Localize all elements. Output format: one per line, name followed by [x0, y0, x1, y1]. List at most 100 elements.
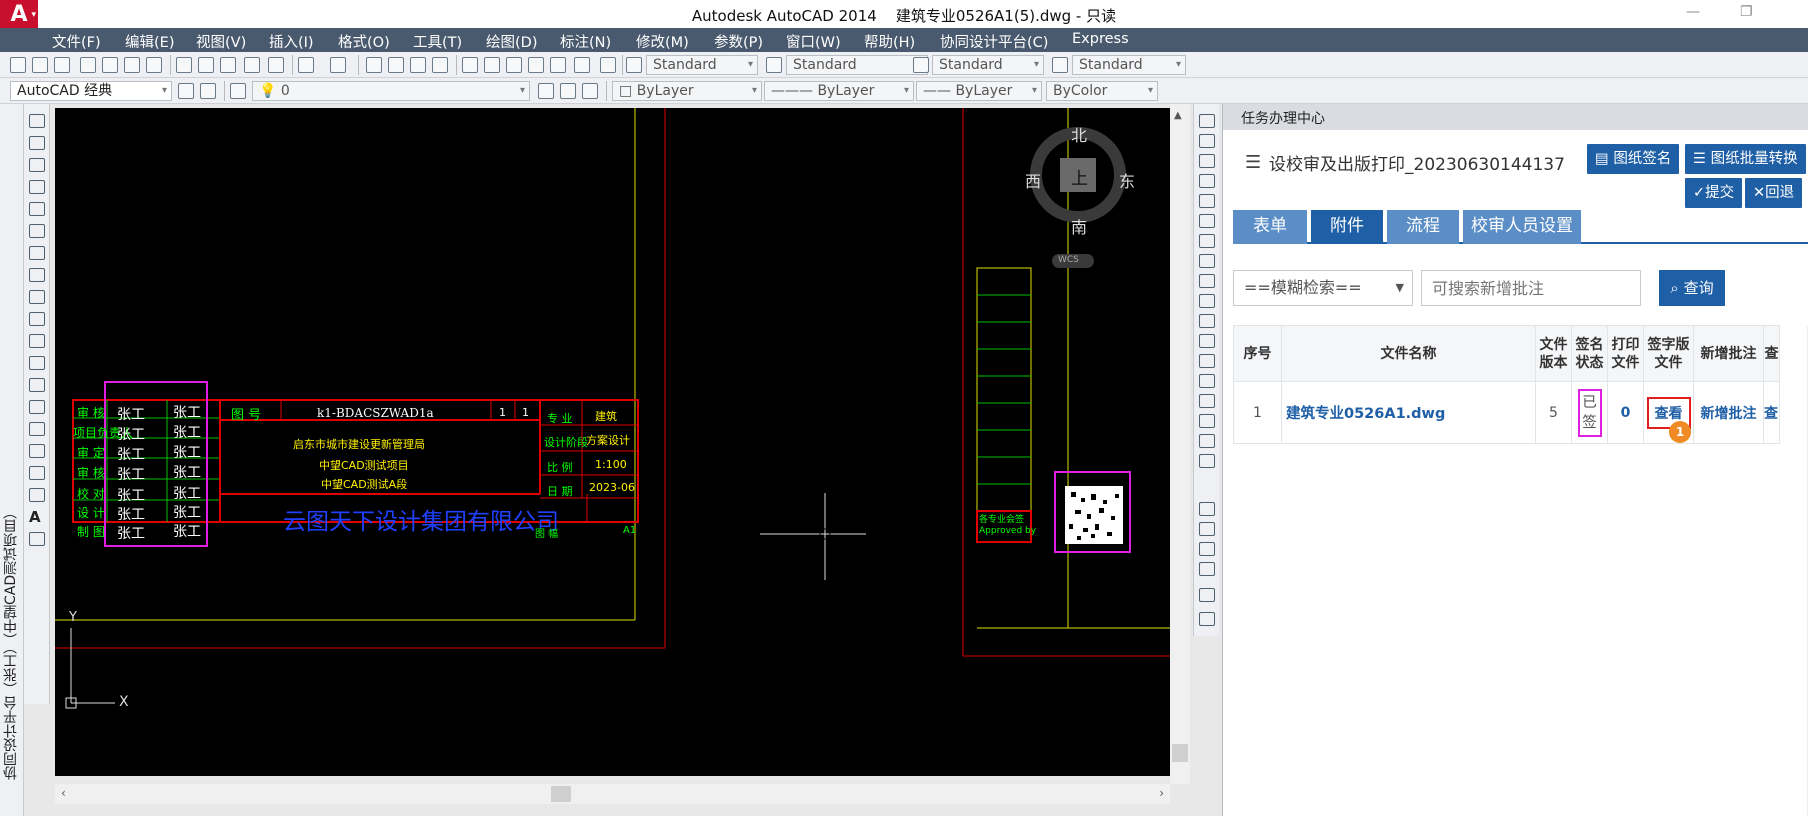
add-selected-icon[interactable] — [29, 532, 45, 546]
break-point-icon[interactable] — [1199, 334, 1215, 348]
circle-icon[interactable] — [29, 246, 45, 260]
block-editor-icon[interactable] — [268, 57, 284, 73]
tab-workflow[interactable]: 流程 — [1387, 210, 1459, 244]
dim-style-icon[interactable] — [766, 57, 782, 73]
make-current-layer-icon[interactable] — [538, 83, 554, 99]
compass-east[interactable]: 东 — [1119, 168, 1135, 192]
publish-icon[interactable] — [124, 57, 140, 73]
hatch-back-icon[interactable] — [1199, 612, 1215, 626]
menu-tools[interactable]: 工具(T) — [413, 31, 462, 52]
spline-icon[interactable] — [29, 290, 45, 304]
customize-icon[interactable] — [200, 83, 216, 99]
region-icon[interactable] — [29, 466, 45, 480]
preview-icon[interactable] — [102, 57, 118, 73]
menu-file[interactable]: 文件(F) — [52, 31, 101, 52]
lineweight-select[interactable]: —— ByLayer ▾ — [916, 81, 1042, 101]
batch-convert-button[interactable]: ☰ 图纸批量转换 — [1685, 144, 1806, 174]
layer-state-icon[interactable] — [582, 83, 598, 99]
draworder-back-icon[interactable] — [1199, 522, 1215, 536]
draworder-above-icon[interactable] — [1199, 542, 1215, 556]
sheet-set-icon[interactable] — [528, 57, 544, 73]
search-button[interactable]: ⌕ 查询 — [1659, 270, 1725, 306]
new-icon[interactable] — [10, 57, 26, 73]
submit-button[interactable]: ✓提交 — [1685, 178, 1743, 208]
trim-icon[interactable] — [1199, 294, 1215, 308]
offset-icon[interactable] — [1199, 174, 1215, 188]
ellipse-icon[interactable] — [29, 312, 45, 326]
explode-icon[interactable] — [1199, 454, 1215, 468]
workspace-select[interactable]: AutoCAD 经典 ▾ — [10, 81, 172, 101]
cut-icon[interactable] — [176, 57, 192, 73]
line-icon[interactable] — [29, 114, 45, 128]
menu-view[interactable]: 视图(V) — [196, 31, 246, 52]
mtext-icon[interactable]: A — [29, 510, 45, 525]
menu-express[interactable]: Express — [1072, 31, 1129, 47]
layer-select[interactable]: 💡 0 ▾ — [252, 81, 530, 101]
compass-west[interactable]: 西 — [1025, 168, 1041, 192]
menu-params[interactable]: 参数(P) — [714, 31, 763, 52]
color-select[interactable]: □ ByLayer ▾ — [612, 81, 762, 101]
undo-icon[interactable] — [298, 57, 314, 73]
polyline-icon[interactable] — [29, 158, 45, 172]
tool-palettes-icon[interactable] — [506, 57, 522, 73]
plotstyle-select[interactable]: ByColor ▾ — [1046, 81, 1158, 101]
hatch-icon[interactable] — [29, 422, 45, 436]
blend-icon[interactable] — [1199, 434, 1215, 448]
move-icon[interactable] — [1199, 214, 1215, 228]
menu-insert[interactable]: 插入(I) — [269, 31, 314, 52]
menu-format[interactable]: 格式(O) — [338, 31, 390, 52]
chamfer-icon[interactable] — [1199, 394, 1215, 408]
tab-reviewers[interactable]: 校审人员设置 — [1463, 210, 1581, 244]
insert-block-icon[interactable] — [29, 356, 45, 370]
gradient-icon[interactable] — [29, 444, 45, 458]
zoom-realtime-icon[interactable] — [388, 57, 404, 73]
row-filename-link[interactable]: 建筑专业0526A1.dwg — [1281, 381, 1536, 444]
rollback-button[interactable]: ✕回退 — [1745, 178, 1803, 208]
point-icon[interactable] — [29, 400, 45, 414]
menu-window[interactable]: 窗口(W) — [786, 31, 841, 52]
text-front-icon[interactable] — [1199, 588, 1215, 602]
help-icon[interactable] — [600, 57, 616, 73]
properties-icon[interactable] — [462, 57, 478, 73]
table-icon[interactable] — [29, 488, 45, 502]
plot-icon[interactable] — [80, 57, 96, 73]
row-print-files[interactable]: 0 — [1607, 381, 1644, 444]
open-icon[interactable] — [32, 57, 48, 73]
mleader-style-select[interactable]: Standard ▾ — [1072, 55, 1186, 75]
scale-icon[interactable] — [1199, 254, 1215, 268]
menu-modify[interactable]: 修改(M) — [636, 31, 689, 52]
revcloud-icon[interactable] — [29, 268, 45, 282]
rectangle-icon[interactable] — [29, 202, 45, 216]
drawing-sign-button[interactable]: ▤ 图纸签名 — [1587, 144, 1680, 174]
workspace-settings-icon[interactable] — [178, 83, 194, 99]
ellipse-arc-icon[interactable] — [29, 334, 45, 348]
match-prop-icon[interactable] — [244, 57, 260, 73]
fillet-icon[interactable] — [1199, 414, 1215, 428]
array-icon[interactable] — [1199, 194, 1215, 208]
table-style-icon[interactable] — [913, 57, 929, 73]
tab-form[interactable]: 表单 — [1233, 210, 1307, 244]
search-mode-select[interactable]: ==模糊检索== ▼ — [1233, 270, 1413, 306]
drawing-canvas[interactable]: 审 核 项目负责人 审 定 审 核 校 对 设 计 制 图 张工 张工 张工 张… — [55, 108, 1170, 776]
save-icon[interactable] — [54, 57, 70, 73]
markup-icon[interactable] — [550, 57, 566, 73]
linetype-select[interactable]: ——— ByLayer ▾ — [764, 81, 914, 101]
zoom-window-icon[interactable] — [410, 57, 426, 73]
draworder-front-icon[interactable] — [1199, 502, 1215, 516]
erase-icon[interactable] — [1199, 114, 1215, 128]
row-more-link[interactable]: 查 — [1763, 381, 1780, 444]
calculator-icon[interactable] — [574, 57, 590, 73]
rotate-icon[interactable] — [1199, 234, 1215, 248]
copy-icon[interactable] — [198, 57, 214, 73]
text-style-icon[interactable] — [626, 57, 642, 73]
menu-draw[interactable]: 绘图(D) — [486, 31, 537, 52]
join-icon[interactable] — [1199, 374, 1215, 388]
compass-north[interactable]: 北 — [1071, 122, 1087, 146]
layer-previous-icon[interactable] — [560, 83, 576, 99]
mleader-style-icon[interactable] — [1052, 57, 1068, 73]
minimize-icon[interactable]: — — [1686, 4, 1700, 20]
mirror-icon[interactable] — [1199, 154, 1215, 168]
table-style-select[interactable]: Standard ▾ — [932, 55, 1044, 75]
compass-south[interactable]: 南 — [1071, 214, 1087, 238]
restore-icon[interactable]: ❐ — [1740, 4, 1753, 20]
